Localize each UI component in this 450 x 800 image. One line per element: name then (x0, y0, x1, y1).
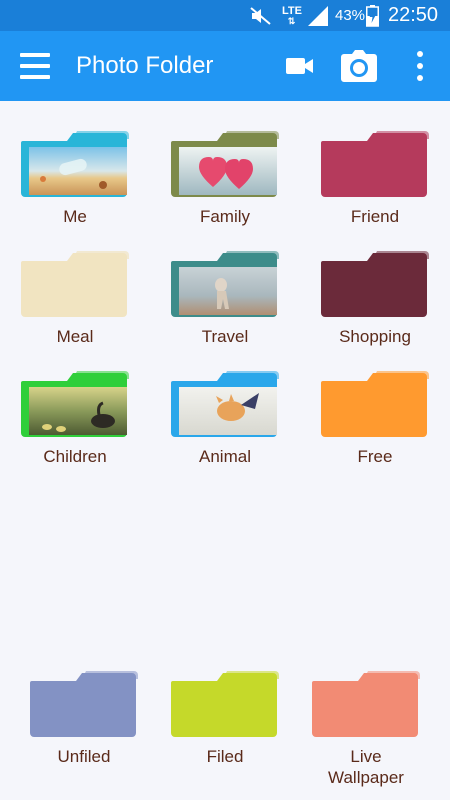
folder-label: Meal (56, 327, 94, 346)
app-bar: Photo Folder (0, 31, 450, 101)
folder-live-wallpaper[interactable]: Live Wallpaper (306, 667, 426, 788)
folder-icon (321, 251, 429, 317)
mute-icon (250, 0, 272, 31)
folder-icon (321, 131, 429, 197)
folder-label: Filed (206, 747, 244, 766)
folder-filed[interactable]: Filed (165, 667, 285, 767)
folder-photo-icon (171, 251, 279, 317)
status-bar: LTE ⇅ 43% 22:50 (0, 0, 450, 31)
folder-photo-icon (21, 371, 129, 437)
folder-shopping[interactable]: Shopping (315, 247, 435, 347)
page-title: Photo Folder (76, 52, 214, 79)
folder-photo-icon (21, 131, 129, 197)
data-arrows-icon: ⇅ (287, 15, 297, 26)
camera-icon[interactable] (341, 50, 377, 87)
folder-label: Children (43, 447, 107, 466)
folder-label: Travel (201, 327, 249, 346)
folder-animal[interactable]: Animal (165, 367, 285, 467)
folder-label: Animal (199, 447, 251, 466)
folder-icon (30, 671, 138, 737)
video-camera-icon[interactable] (286, 55, 314, 82)
more-vertical-icon[interactable] (408, 51, 432, 81)
folder-family[interactable]: Family (165, 127, 285, 227)
folder-meal[interactable]: Meal (15, 247, 135, 347)
battery-charging-icon (366, 0, 379, 31)
folder-me[interactable]: Me (15, 127, 135, 227)
folder-label: Live Wallpaper (328, 747, 404, 787)
folder-label: Friend (350, 207, 400, 226)
folder-travel[interactable]: Travel (165, 247, 285, 347)
folder-label: Unfiled (57, 747, 111, 766)
folder-photo-icon (171, 131, 279, 197)
network-label: LTE (282, 4, 302, 17)
folder-unfiled[interactable]: Unfiled (24, 667, 144, 767)
folder-icon (21, 251, 129, 317)
network-type: LTE ⇅ (282, 0, 302, 31)
clock: 22:50 (388, 4, 439, 26)
folder-free[interactable]: Free (315, 367, 435, 467)
signal-icon (308, 0, 330, 31)
folder-icon (171, 671, 279, 737)
folder-children[interactable]: Children (15, 367, 135, 467)
folder-photo-icon (171, 371, 279, 437)
battery-percent: 43% (335, 7, 366, 24)
folder-label: Me (63, 207, 87, 226)
folder-icon (321, 371, 429, 437)
folder-icon (312, 671, 420, 737)
folder-label: Free (357, 447, 393, 466)
menu-icon[interactable] (20, 53, 50, 79)
folder-label: Family (199, 207, 251, 226)
folder-friend[interactable]: Friend (315, 127, 435, 227)
folder-label: Shopping (339, 327, 411, 346)
